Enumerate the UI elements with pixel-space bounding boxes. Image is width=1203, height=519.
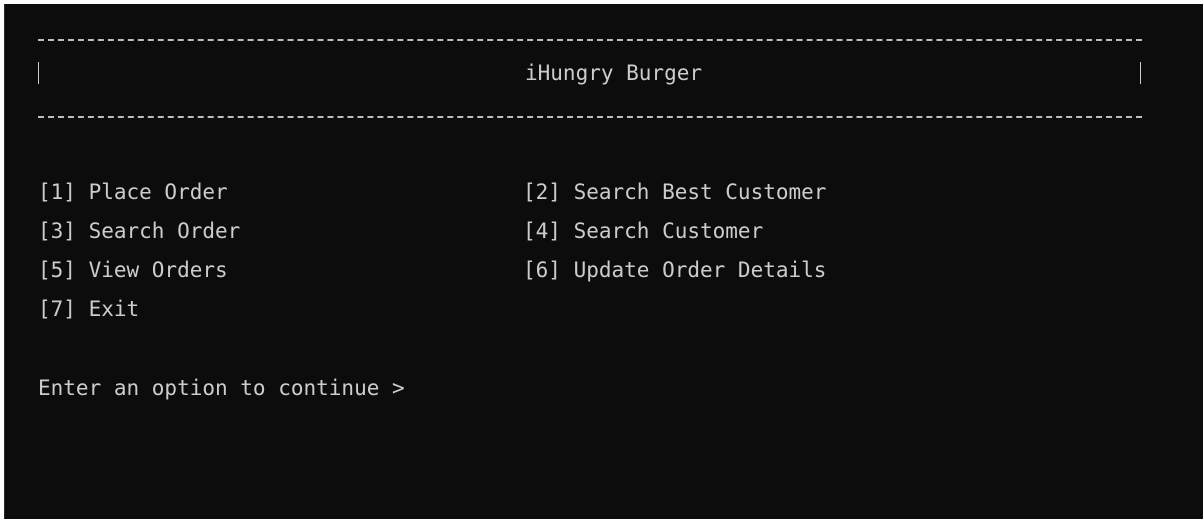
menu-option-exit: [7] Exit [38, 297, 140, 321]
menu-option-search-order: [3] Search Order [38, 219, 241, 243]
input-prompt[interactable]: Enter an option to continue > [38, 375, 405, 401]
header-right-border [1140, 62, 1141, 84]
header-bottom-rule [38, 116, 1142, 118]
menu-option-view-orders: [5] View Orders [38, 258, 228, 282]
menu-option-search-customer: [4] Search Customer [523, 219, 764, 243]
header-top-rule [38, 39, 1142, 41]
menu-option-place-order: [1] Place Order [38, 180, 228, 204]
terminal-window[interactable]: iHungry Burger [1] Place Order [2] Searc… [4, 4, 1203, 519]
menu-option-update-order-details: [6] Update Order Details [523, 258, 827, 282]
menu-option-search-best-customer: [2] Search Best Customer [523, 180, 827, 204]
app-title: iHungry Burger [525, 61, 703, 85]
